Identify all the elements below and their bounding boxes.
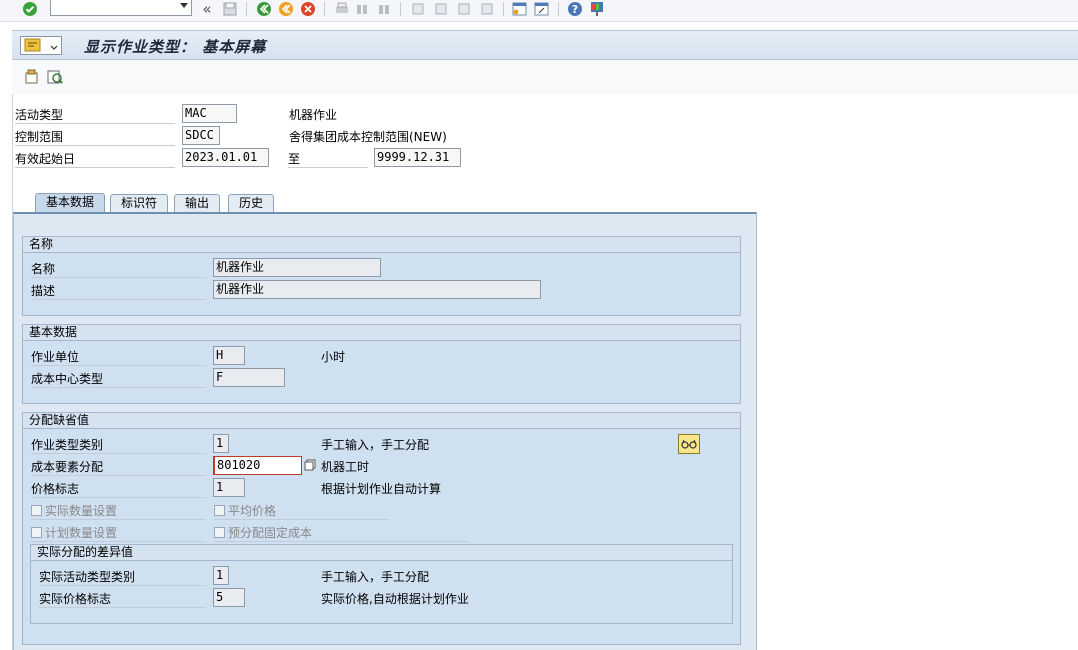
save-icon[interactable] [222,1,238,17]
activity-category-label: 作业类型类别 [31,436,206,454]
chevron-down-icon[interactable] [180,3,188,8]
actual-qty-set-checkbox[interactable]: 实际数量设置 [31,502,206,520]
group-allocation-defaults-title: 分配缺省值 [23,413,740,429]
group-name-title: 名称 [23,237,740,253]
cost-element-desc: 机器工时 [321,460,370,474]
name-label: 名称 [31,260,206,278]
checkbox-box [214,505,225,516]
valid-to-field[interactable]: 9999.12.31 [374,148,461,167]
checkbox-box [31,505,42,516]
cost-element-field[interactable]: 801020 [213,456,302,475]
controlling-area-field[interactable]: SDCC [182,126,220,145]
actual-qty-set-label: 实际数量设置 [45,504,118,518]
plan-qty-set-label: 计划数量设置 [45,526,118,540]
enter-icon[interactable] [22,1,38,17]
back-icon[interactable] [256,1,272,17]
help-icon[interactable]: ? [567,1,583,17]
activity-category-field[interactable]: 1 [213,434,229,453]
activity-category-desc: 手工输入，手工分配 [321,438,430,452]
glasses-icon[interactable] [678,434,700,454]
display-icon[interactable] [47,69,63,88]
first-page-icon[interactable] [410,1,426,17]
standard-toolbar: « ? [0,0,1078,22]
svg-text:?: ? [572,3,578,16]
price-indicator-field[interactable]: 1 [213,478,245,497]
find-next-icon[interactable] [376,1,392,17]
actual-activity-category-desc: 手工输入，手工分配 [321,570,430,584]
actual-activity-category-label: 实际活动类型类别 [39,568,206,586]
title-bar: 显示作业类型： 基本屏幕 [12,30,1078,60]
group-basic-data-title: 基本数据 [23,325,740,341]
actual-activity-category-field[interactable]: 1 [213,566,229,585]
activity-unit-desc: 小时 [321,350,346,364]
shortcut-icon[interactable] [534,1,550,17]
tab-indicators[interactable]: 标识符 [110,194,169,213]
price-indicator-desc: 根据计划作业自动计算 [321,482,442,496]
copy-icon[interactable] [304,459,316,474]
application-toolbar [12,60,1078,94]
tab-basic-data[interactable]: 基本数据 [35,193,106,213]
description-field[interactable]: 机器作业 [213,280,541,299]
find-icon[interactable] [354,1,370,17]
next-page-icon[interactable] [456,1,472,17]
customize-layout-icon[interactable] [589,1,605,17]
previous-page-icon[interactable] [433,1,449,17]
average-price-label: 平均价格 [228,504,277,518]
tab-output[interactable]: 输出 [174,194,221,213]
valid-from-label: 有效起始日 [15,150,175,168]
price-indicator-label: 价格标志 [31,480,206,498]
plan-qty-set-checkbox[interactable]: 计划数量设置 [31,524,206,542]
cost-element-label: 成本要素分配 [31,458,206,476]
activity-type-label: 活动类型 [15,106,175,124]
name-field[interactable]: 机器作业 [213,258,381,277]
page-title: 显示作业类型： 基本屏幕 [84,38,267,56]
change-icon[interactable] [24,69,40,88]
description-label: 描述 [31,282,206,300]
controlling-area-desc: 舍得集团成本控制范围(NEW) [289,130,447,144]
activity-unit-field[interactable]: H [213,346,245,365]
activity-unit-label: 作业单位 [31,348,206,366]
actual-price-indicator-field[interactable]: 5 [213,588,245,607]
controlling-area-label: 控制范围 [15,128,175,146]
predistribution-fixed-cost-label: 预分配固定成本 [228,526,313,540]
exit-icon[interactable] [278,1,294,17]
back-glyph[interactable]: « [199,1,215,17]
create-session-icon[interactable] [512,1,528,17]
cancel-icon[interactable] [300,1,316,17]
last-page-icon[interactable] [479,1,495,17]
cost-center-type-label: 成本中心类型 [31,370,206,388]
activity-type-desc: 机器作业 [289,108,338,122]
valid-from-field[interactable]: 2023.01.01 [182,148,269,167]
average-price-checkbox[interactable]: 平均价格 [214,502,389,520]
predistribution-fixed-cost-checkbox[interactable]: 预分配固定成本 [214,524,469,542]
actual-price-indicator-label: 实际价格标志 [39,590,206,608]
valid-to-label: 至 [288,150,368,168]
actual-price-indicator-desc: 实际价格,自动根据计划作业 [321,592,469,606]
print-icon[interactable] [334,1,350,17]
cost-center-type-field[interactable]: F [213,368,285,387]
system-menu-button[interactable] [20,36,62,55]
command-field[interactable] [50,0,192,16]
activity-type-field[interactable]: MAC [182,104,237,123]
checkbox-box [31,527,42,538]
checkbox-box [214,527,225,538]
tab-history[interactable]: 历史 [228,194,275,213]
group-actual-variance-title: 实际分配的差异值 [31,545,732,561]
